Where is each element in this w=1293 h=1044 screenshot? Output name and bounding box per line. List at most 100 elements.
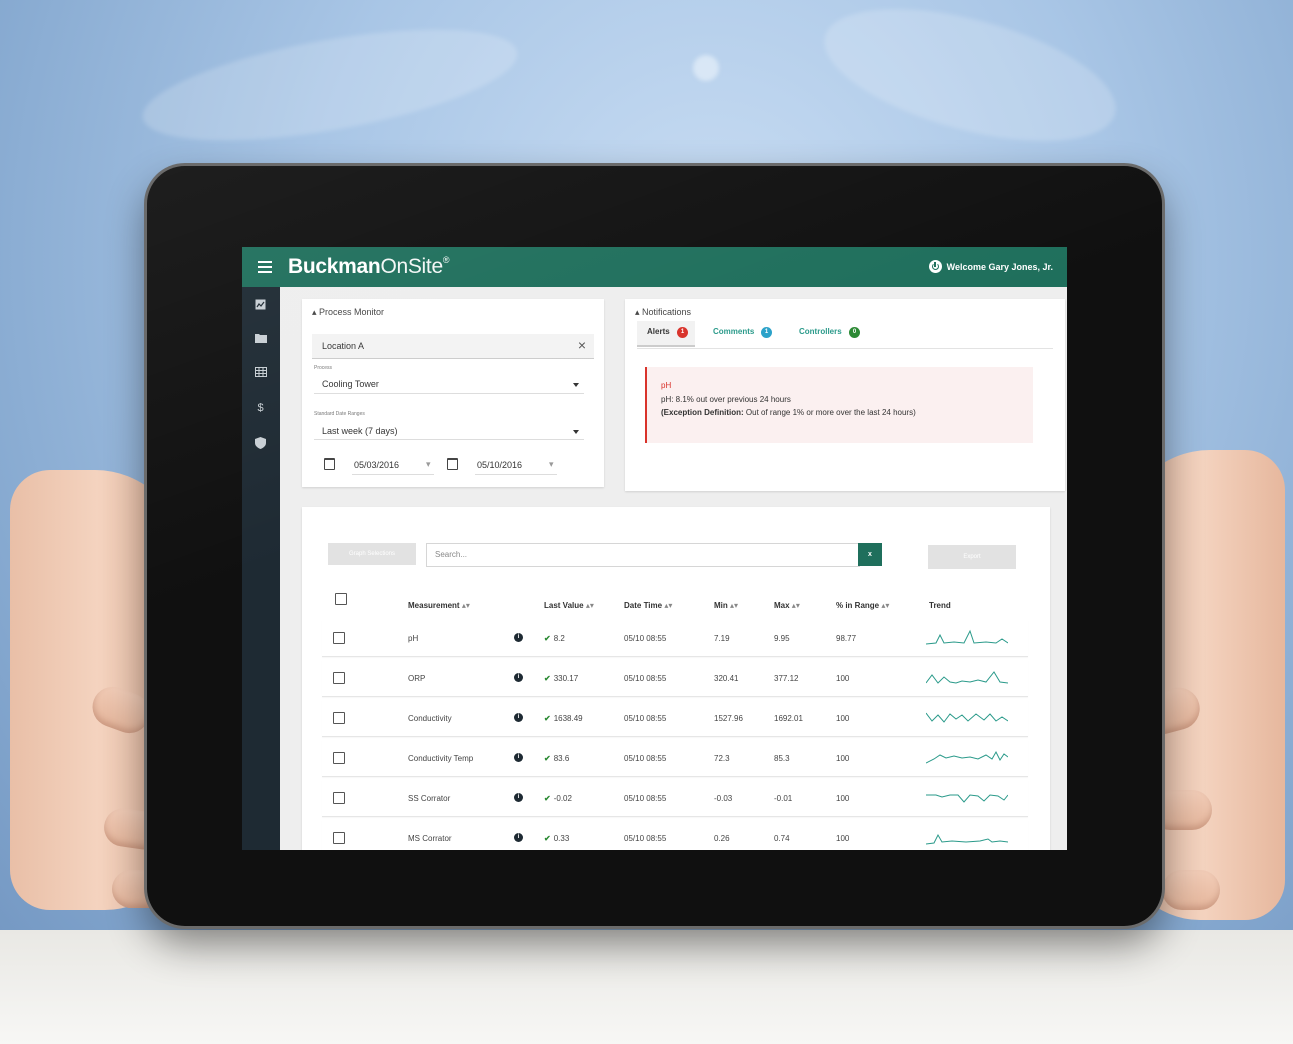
location-value: Location A [322,341,365,351]
check-icon: ✔ [544,634,551,643]
export-button[interactable]: Export [928,545,1016,569]
col-in-range[interactable]: % in Range ▴▾ [836,601,889,610]
folder-icon[interactable] [254,333,267,346]
measurement-name[interactable]: pH [408,634,418,643]
info-icon[interactable]: i [514,673,523,682]
end-date-input[interactable]: 05/10/2016 [477,460,522,470]
row-checkbox[interactable] [333,672,345,684]
measurement-name[interactable]: Conductivity [408,714,452,723]
trend-sparkline[interactable] [926,749,1008,767]
start-date-dropdown[interactable]: ▾ [426,459,431,470]
last-value: ✔ 330.17 [544,674,579,683]
date-time: 05/10 08:55 [624,754,667,763]
alert-text: pH: 8.1% out over previous 24 hours [661,395,791,404]
process-monitor-title[interactable]: ▴ Process Monitor [312,307,384,318]
comments-count-badge: 1 [761,327,772,338]
date-range-select-value[interactable]: Last week (7 days) [322,426,398,436]
col-min[interactable]: Min ▴▾ [714,601,738,610]
last-value: ✔ 8.2 [544,634,565,643]
min-value: 72.3 [714,754,730,763]
table-row[interactable]: MS Corrator i ✔ 0.33 05/10 08:55 0.26 0.7… [322,820,1028,850]
chevron-down-icon[interactable] [573,383,579,387]
notifications-card: ▴ Notifications Alerts 1 Comments 1 Cont… [625,299,1065,491]
max-value: 0.74 [774,834,790,843]
table-row[interactable]: SS Corrator i ✔ -0.02 05/10 08:55 -0.03 -… [322,780,1028,817]
date-range-label: Standard Date Ranges [314,411,365,417]
dashboard-icon[interactable] [254,299,267,312]
trend-sparkline[interactable] [926,709,1008,727]
last-value: ✔ 0.33 [544,834,570,843]
date-time: 05/10 08:55 [624,634,667,643]
info-icon[interactable]: i [514,833,523,842]
notifications-title[interactable]: ▴ Notifications [635,307,691,318]
check-icon: ✔ [544,834,551,843]
trend-sparkline[interactable] [926,789,1008,807]
start-date-input[interactable]: 05/03/2016 [354,460,399,470]
measurements-card: Graph Selections Search... x Export Meas… [302,507,1050,850]
tab-alerts[interactable]: Alerts 1 [637,321,695,347]
table-row[interactable]: Conductivity i ✔ 1638.49 05/10 08:55 1527… [322,700,1028,737]
row-checkbox[interactable] [333,632,345,644]
min-value: 1527.96 [714,714,743,723]
info-icon[interactable]: i [514,713,523,722]
trend-sparkline[interactable] [926,669,1008,687]
measurement-name[interactable]: SS Corrator [408,794,450,803]
search-clear-button[interactable]: x [858,543,882,566]
col-last-value[interactable]: Last Value ▴▾ [544,601,594,610]
tab-controllers[interactable]: Controllers 0 [789,321,869,345]
row-checkbox[interactable] [333,712,345,724]
info-icon[interactable]: i [514,793,523,802]
date-time: 05/10 08:55 [624,794,667,803]
col-trend: Trend [929,601,951,610]
table-row[interactable]: pH i ✔ 8.2 05/10 08:55 7.19 9.95 98.77 [322,620,1028,657]
measurement-name[interactable]: Conductivity Temp [408,754,473,763]
main-content: ▴ Process Monitor Location A × Process C… [280,287,1067,850]
row-checkbox[interactable] [333,832,345,844]
check-icon: ✔ [544,754,551,763]
power-icon[interactable] [928,260,942,273]
table-row[interactable]: ORP i ✔ 330.17 05/10 08:55 320.41 377.12 … [322,660,1028,697]
chevron-down-icon[interactable] [573,430,579,434]
alert-message[interactable]: pH pH: 8.1% out over previous 24 hours (… [645,367,1033,443]
col-max[interactable]: Max ▴▾ [774,601,800,610]
col-measurement[interactable]: Measurement ▴▾ [408,601,470,610]
right-finger [1162,870,1220,910]
col-date-time[interactable]: Date Time ▴▾ [624,601,672,610]
row-checkbox[interactable] [333,792,345,804]
row-checkbox[interactable] [333,752,345,764]
calendar-icon[interactable] [324,458,335,470]
dollar-icon[interactable]: $ [254,402,267,415]
select-all-checkbox[interactable] [335,593,347,605]
graph-selections-button[interactable]: Graph Selections [328,543,416,565]
measurement-name[interactable]: MS Corrator [408,834,452,843]
tabs-divider [637,348,1053,349]
calendar-icon[interactable] [447,458,458,470]
menu-icon[interactable] [258,261,272,273]
location-field[interactable]: Location A × [312,334,594,359]
tab-alerts-label: Alerts [647,327,670,336]
measurement-name[interactable]: ORP [408,674,425,683]
info-icon[interactable]: i [514,633,523,642]
in-range-value: 100 [836,794,850,803]
shield-icon[interactable] [254,437,267,450]
tab-comments[interactable]: Comments 1 [705,321,779,345]
tab-controllers-label: Controllers [799,327,842,336]
info-icon[interactable]: i [514,753,523,762]
process-select-value[interactable]: Cooling Tower [322,379,379,389]
last-value: ✔ -0.02 [544,794,572,803]
start-date-underline [352,474,434,475]
max-value: 377.12 [774,674,799,683]
in-range-value: 100 [836,714,850,723]
date-time: 05/10 08:55 [624,714,667,723]
trend-sparkline[interactable] [926,829,1008,847]
end-date-dropdown[interactable]: ▾ [549,459,554,470]
close-icon[interactable]: × [578,337,586,353]
grid-icon[interactable] [254,367,267,380]
app-logo: BuckmanOnSite® [288,255,450,278]
trend-sparkline[interactable] [926,629,1008,647]
last-value: ✔ 1638.49 [544,714,583,723]
check-icon: ✔ [544,794,551,803]
search-input[interactable]: Search... [426,543,860,567]
user-welcome[interactable]: Welcome Gary Jones, Jr. [928,260,1053,273]
table-row[interactable]: Conductivity Temp i ✔ 83.6 05/10 08:55 72… [322,740,1028,777]
